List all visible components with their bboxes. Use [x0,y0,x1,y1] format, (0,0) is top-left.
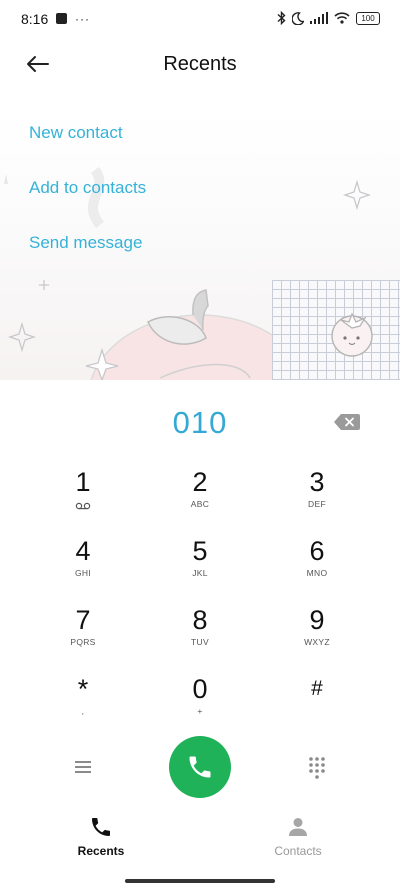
key-2[interactable]: 2 ABC [145,467,255,527]
send-message-link[interactable]: Send message [29,233,142,253]
key-digit: 4 [75,536,91,566]
key-letters: DEF [308,499,326,509]
key-digit: 6 [309,536,325,566]
nav-recents[interactable]: Recents [46,815,156,860]
key-9[interactable]: 9 WXYZ [262,605,372,665]
key-letters: TUV [191,637,209,647]
tomato-icon [331,312,373,357]
suggestion-panel: New contact Add to contacts Send message [0,110,400,380]
key-letters: ABC [190,499,210,509]
add-to-contacts-link[interactable]: Add to contacts [29,178,146,198]
voicemail-icon [75,502,91,510]
status-time: 8:16 [21,11,49,27]
key-digit: 1 [75,467,91,497]
key-digit: # [311,677,323,700]
dialer-keypad: 010 1 2 ABC 3 DEF 4 GHI 5 JKL 6 MNO 7 PQ… [0,380,400,889]
key-digit: 8 [192,605,208,635]
phone-icon [92,818,110,836]
phone-icon [189,756,211,778]
more-notifications-icon: ··· [75,11,90,26]
backspace-icon[interactable] [334,414,360,430]
key-letters: + [197,706,203,716]
key-letters: , [81,706,85,716]
key-digit: * [77,674,89,704]
signal-icon [310,12,328,24]
key-letters: JKL [192,568,208,578]
key-3[interactable]: 3 DEF [262,467,372,527]
menu-icon[interactable] [72,756,94,778]
dialpad-icon[interactable] [305,755,329,779]
bluetooth-icon [277,11,286,25]
key-letters: PQRS [70,637,96,647]
key-digit: 2 [192,467,208,497]
nav-contacts[interactable]: Contacts [243,815,353,860]
key-hash[interactable]: # [262,674,372,734]
key-digit: 3 [309,467,325,497]
call-button[interactable] [169,736,231,798]
bottom-nav: Recents Contacts [0,815,400,865]
battery-icon: 100 [356,11,380,25]
key-digit: 9 [309,605,325,635]
dialer-controls [0,736,400,816]
page-title: Recents [163,53,237,75]
key-8[interactable]: 8 TUV [145,605,255,665]
nav-recents-label: Recents [77,844,125,858]
key-letters: WXYZ [304,637,330,647]
key-letters: MNO [306,568,328,578]
status-bar: 8:16 ··· 100 [0,0,400,40]
do-not-disturb-moon-icon [292,11,304,25]
app-header: Recents [0,40,400,90]
key-letters: GHI [74,568,91,578]
notification-icon [56,13,67,24]
key-6[interactable]: 6 MNO [262,536,372,596]
nav-contacts-label: Contacts [274,844,322,858]
key-star[interactable]: * , [28,674,138,734]
key-0[interactable]: 0 + [145,674,255,734]
key-digit: 5 [192,536,208,566]
new-contact-link[interactable]: New contact [29,123,123,143]
key-digit: 0 [192,674,208,704]
home-indicator[interactable] [125,879,275,883]
grid-pattern-decoration [272,280,400,380]
key-5[interactable]: 5 JKL [145,536,255,596]
key-4[interactable]: 4 GHI [28,536,138,596]
wifi-icon [334,12,350,24]
key-1[interactable]: 1 [28,467,138,527]
key-digit: 7 [75,605,91,635]
person-icon [289,818,307,836]
key-7[interactable]: 7 PQRS [28,605,138,665]
